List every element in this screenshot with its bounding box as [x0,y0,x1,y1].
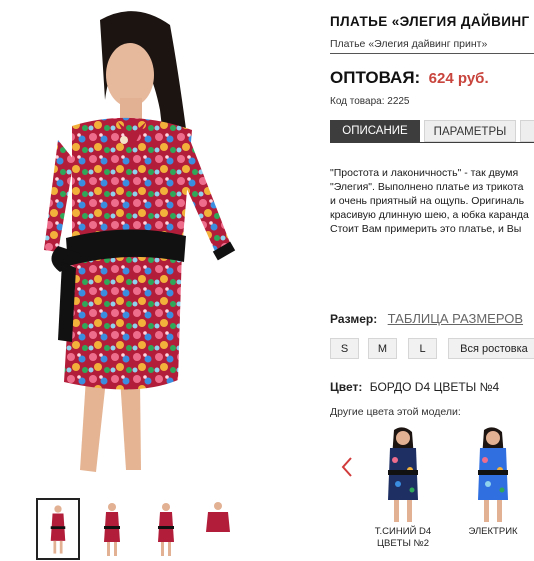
size-options: S M L Вся ростовка [330,338,534,360]
description-line: "Элегия". Выполнено платье из трикота [330,181,524,193]
color-value: БОРДО D4 ЦВЕТЫ №4 [369,380,500,394]
dress-illustration [44,11,236,472]
divider [330,53,534,54]
variant-image [368,424,438,524]
color-variant-dark-blue[interactable]: Т.СИНИЙ D4 ЦВЕТЫ №2 [368,424,438,554]
color-variant-electric[interactable]: ЭЛЕКТРИК [458,424,528,554]
thumbnail-strip [36,498,240,560]
size-table-link[interactable]: ТАБЛИЦА РАЗМЕРОВ [388,311,523,326]
breadcrumb[interactable]: Платье «Элегия дайвинг принт» [330,38,487,50]
variant-label-line: ЦВЕТЫ №2 [376,538,430,549]
size-option-all[interactable]: Вся ростовка [448,338,534,359]
color-label: Цвет: [330,380,363,394]
thumbnail-2[interactable] [90,498,134,560]
price-value: 624 руб. [428,70,489,87]
thumbnail-4[interactable] [196,498,240,560]
other-colors-label: Другие цвета этой модели: [330,406,461,418]
variant-label-line: ЭЛЕКТРИК [468,526,518,537]
tab-more[interactable] [520,120,534,142]
variant-label: ЭЛЕКТРИК [458,526,528,538]
description-line: и очень приятный на ощупь. Оригиналь [330,195,525,207]
tab-parameters[interactable]: ПАРАМЕТРЫ [424,120,516,142]
product-tabs: ОПИСАНИЕ ПАРАМЕТРЫ [330,120,534,142]
variant-label: Т.СИНИЙ D4 ЦВЕТЫ №2 [368,526,438,550]
chevron-left-icon[interactable] [340,456,354,478]
thumbnail-3[interactable] [144,498,188,560]
color-row: Цвет: БОРДО D4 ЦВЕТЫ №4 [330,380,499,394]
product-info: ПЛАТЬЕ «ЭЛЕГИЯ ДАЙВИНГ ПРИНТ» Платье «Эл… [330,0,534,561]
size-option-m[interactable]: M [368,338,397,359]
product-sku: Код товара: 2225 [330,96,410,107]
tabs-underline [330,142,534,143]
product-description: "Простота и лаконичность" - так двумя "Э… [330,166,534,236]
main-product-image[interactable] [0,0,320,495]
price-block: ОПТОВАЯ: 624 руб. [330,68,489,88]
variant-label-line: Т.СИНИЙ D4 [374,526,432,537]
size-row: Размер: ТАБЛИЦА РАЗМЕРОВ [330,310,523,328]
description-line: красивую длинную шею, а юбка каранда [330,209,529,221]
thumbnail-1[interactable] [36,498,80,560]
description-line: Стоит Вам примерить это платье, и Вы [330,223,522,235]
product-title: ПЛАТЬЕ «ЭЛЕГИЯ ДАЙВИНГ ПРИНТ» [330,14,534,29]
size-option-s[interactable]: S [330,338,359,359]
tab-description[interactable]: ОПИСАНИЕ [330,120,420,142]
size-label: Размер: [330,312,378,326]
size-option-l[interactable]: L [408,338,437,359]
price-label: ОПТОВАЯ: [330,68,421,87]
variant-image [458,424,528,524]
description-line: "Простота и лаконичность" - так двумя [330,167,519,179]
